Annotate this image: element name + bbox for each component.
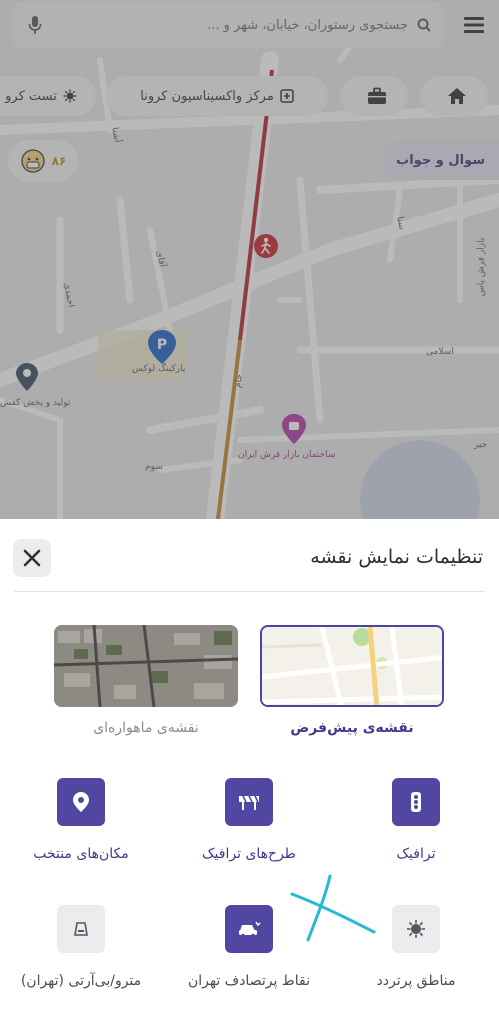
scribble-mark — [290, 874, 376, 942]
metro-icon — [57, 905, 105, 953]
home-chip[interactable] — [420, 76, 488, 116]
layer-metro-brt[interactable]: مترو/بی‌آرتی (تهران) — [6, 905, 156, 989]
search-bar[interactable]: جستجوی رستوران، خیابان، شهر و ... — [12, 2, 444, 48]
search-icon — [416, 17, 432, 33]
location-pin-icon[interactable] — [16, 363, 38, 391]
car-crash-icon — [225, 905, 273, 953]
som-label: سوم — [145, 462, 163, 472]
street-right-label: بازار فرش پاس — [476, 237, 487, 297]
shop-pin-icon[interactable] — [282, 414, 306, 444]
layer-traffic-zones[interactable]: طرح‌های ترافیک — [174, 778, 324, 862]
map-view[interactable]: P پارکینگ لوکس ساختمان بازار فرش ایران ت… — [0, 0, 499, 519]
jir-label: جیر — [474, 440, 488, 450]
close-icon — [23, 549, 41, 567]
work-chip[interactable] — [340, 76, 408, 116]
qa-button[interactable]: سوال و جواب — [382, 140, 499, 180]
home-icon — [448, 88, 466, 104]
layer-busy-areas-label: مناطق پرتردد — [376, 973, 456, 989]
virus-icon — [63, 89, 77, 103]
default-map-thumbnail — [262, 627, 442, 705]
divider — [14, 591, 485, 592]
satellite-map-option[interactable] — [54, 625, 238, 707]
layer-metro-brt-label: مترو/بی‌آرتی (تهران) — [20, 973, 142, 989]
microphone-icon[interactable] — [24, 14, 46, 36]
layer-selected-places-label: مکان‌های منتخب — [33, 846, 129, 862]
parking-label: پارکینگ لوکس — [132, 364, 186, 374]
hamburger-menu-icon[interactable] — [457, 8, 491, 42]
default-map-option[interactable] — [260, 625, 444, 707]
production-label: تولید و پخش کفش — [0, 398, 71, 408]
layer-traffic-zones-label: طرح‌های ترافیک — [202, 846, 296, 862]
sheet-title: تنظیمات نمایش نقشه — [310, 546, 483, 568]
close-button[interactable] — [13, 539, 51, 577]
svg-text:P: P — [157, 337, 167, 353]
traffic-light-icon — [392, 778, 440, 826]
default-map-label[interactable]: نقشه‌ی پیش‌فرض — [260, 720, 444, 736]
rug-bazaar-label: ساختمان بازار فرش ایران — [238, 450, 336, 460]
covid-test-chip-label: تست کرو — [5, 88, 57, 104]
covid-test-chip[interactable]: تست کرو — [0, 76, 96, 116]
street-right2-label: سنا — [394, 215, 407, 231]
pedestrian-icon[interactable] — [253, 233, 279, 259]
barrier-icon — [225, 778, 273, 826]
eslami-label: اسلامی — [426, 347, 454, 357]
qa-label: سوال و جواب — [396, 152, 485, 168]
map-pin-icon — [57, 778, 105, 826]
layer-traffic-label: ترافیک — [396, 846, 436, 862]
search-input[interactable]: جستجوی رستوران، خیابان، شهر و ... — [46, 18, 416, 33]
layer-selected-places[interactable]: مکان‌های منتخب — [6, 778, 156, 862]
map-settings-sheet: تنظیمات نمایش نقشه نقشه‌ی پیش‌فرض نقشه‌ی… — [0, 519, 499, 1017]
layer-accident-spots-label: نقاط پرتصادف تهران — [187, 973, 310, 989]
aqi-value: ۸۶ — [51, 154, 67, 168]
parking-pin-icon[interactable]: P — [148, 330, 176, 364]
satellite-map-thumbnail — [54, 625, 238, 707]
layer-traffic[interactable]: ترافیک — [341, 778, 491, 862]
hospital-icon — [280, 89, 294, 103]
air-quality-badge[interactable]: ۸۶ — [8, 140, 78, 182]
face-mask-icon — [21, 149, 45, 173]
virus-icon — [392, 905, 440, 953]
satellite-map-label[interactable]: نقشه‌ی ماهواره‌ای — [54, 720, 238, 736]
vaccination-chip[interactable]: مرکز واکسیناسیون کرونا — [106, 76, 328, 116]
vaccination-chip-label: مرکز واکسیناسیون کرونا — [140, 88, 274, 104]
briefcase-icon — [368, 87, 386, 104]
